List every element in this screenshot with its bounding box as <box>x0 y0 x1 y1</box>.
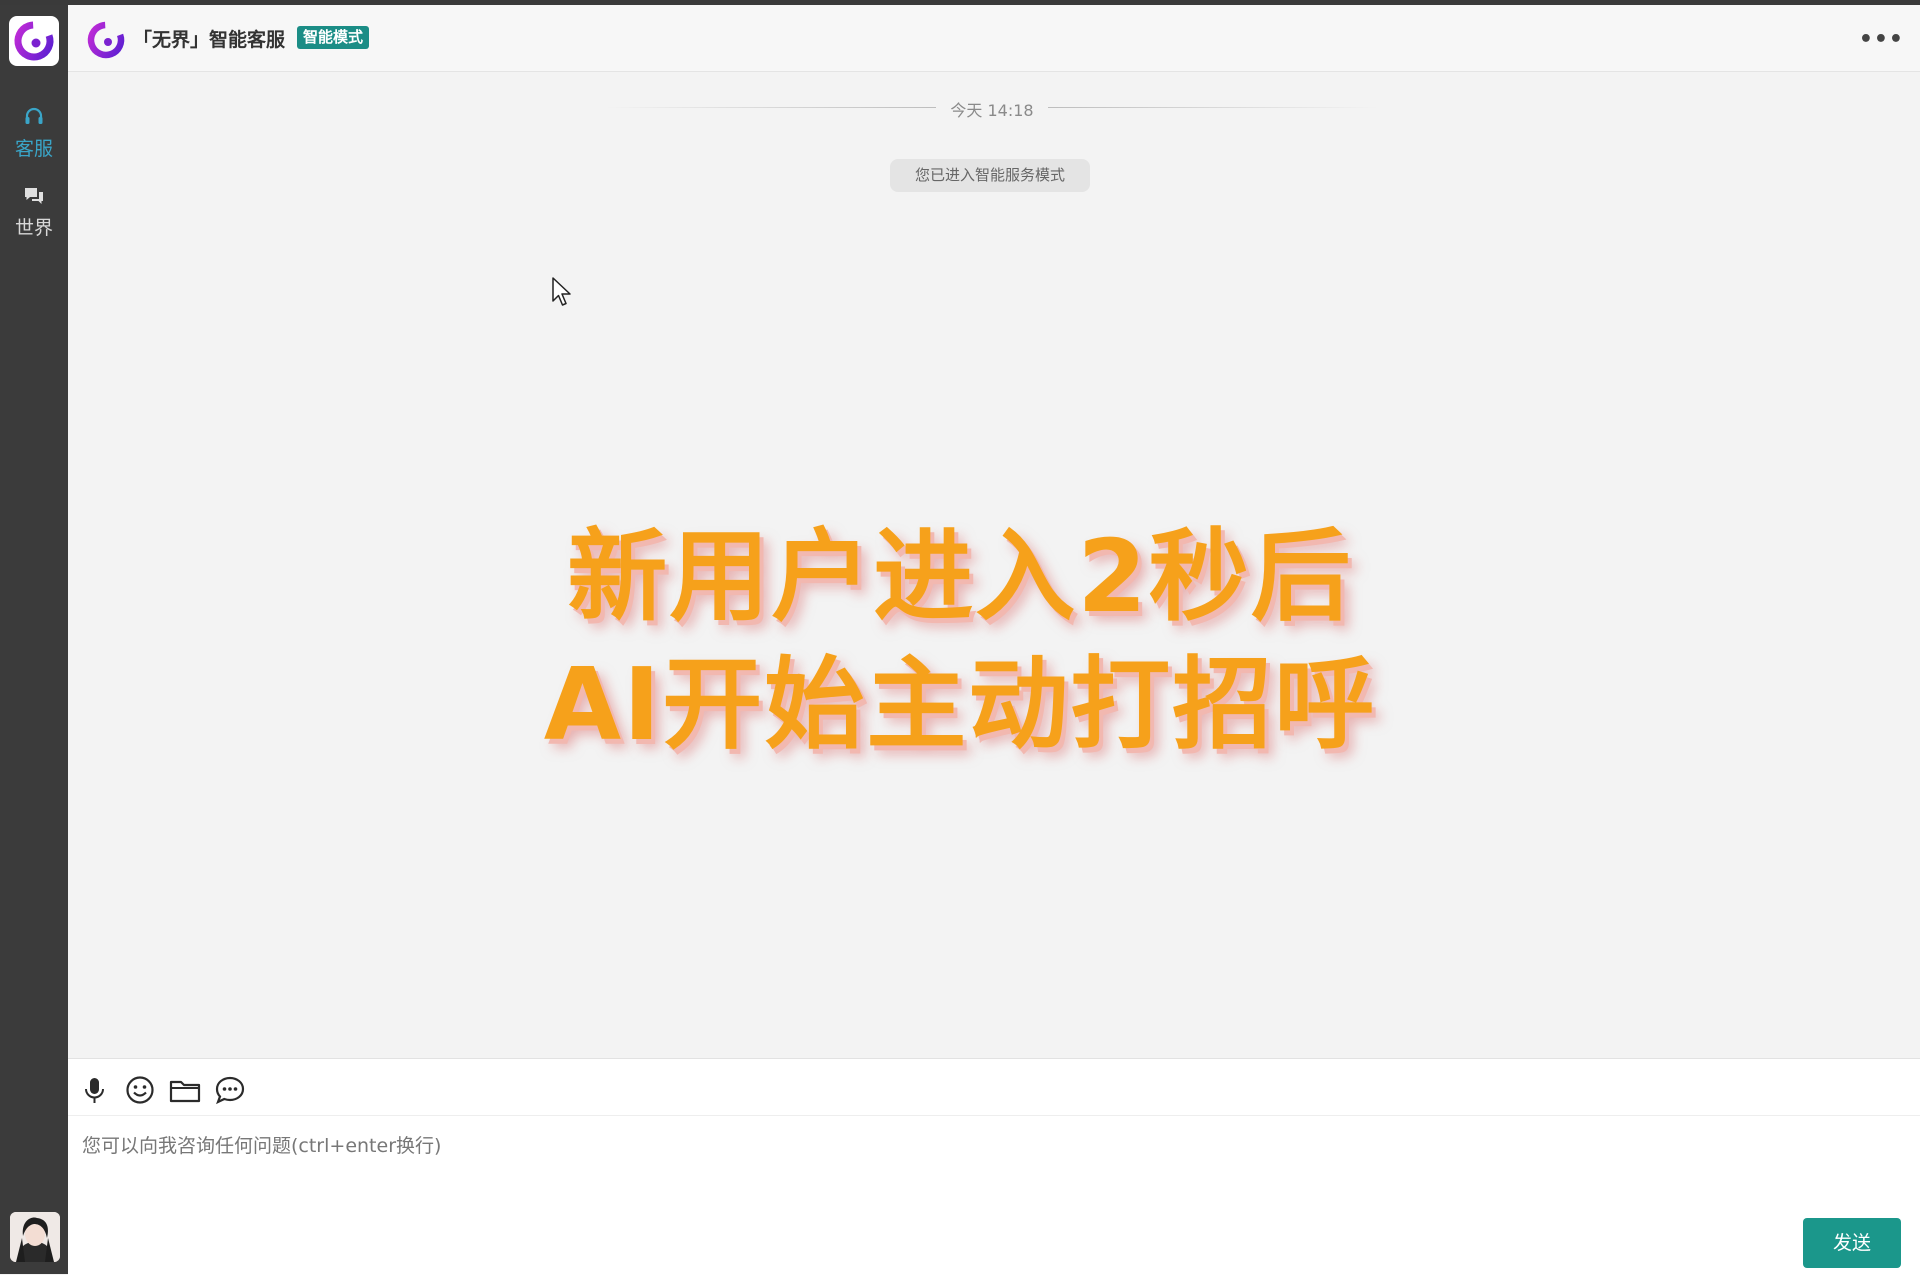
sidebar-item-label: 客服 <box>14 138 53 160</box>
left-sidebar: 客服 世界 <box>0 5 68 1274</box>
microphone-icon <box>85 1078 104 1103</box>
sidebar-item-world[interactable]: 世界 <box>0 185 68 240</box>
sidebar-item-customer-service[interactable]: 客服 <box>0 106 68 161</box>
toolbar-divider <box>68 1115 1920 1116</box>
message-input[interactable] <box>80 1125 1884 1167</box>
caption-line-1: 新用户进入2秒后 <box>567 518 1353 635</box>
emoji-icon <box>126 1076 154 1104</box>
chat-header: 「无界」智能客服 智能模式 ••• <box>68 5 1920 72</box>
file-button[interactable] <box>168 1073 202 1107</box>
emoji-button[interactable] <box>123 1073 157 1107</box>
app-logo[interactable] <box>9 16 59 66</box>
voice-button[interactable] <box>78 1073 112 1107</box>
caption-line-2: AI开始主动打招呼 <box>543 646 1377 763</box>
brand-logo-icon <box>87 21 125 59</box>
header-logo <box>84 18 128 66</box>
mode-badge: 智能模式 <box>297 26 370 49</box>
system-message: 您已进入智能服务模式 <box>890 159 1090 192</box>
video-caption-overlay: 新用户进入2秒后 AI开始主动打招呼 <box>540 513 1380 769</box>
quick-reply-button[interactable] <box>213 1073 247 1107</box>
avatar-portrait-icon <box>10 1212 60 1262</box>
chat-dots-icon <box>215 1076 245 1105</box>
sidebar-item-label: 世界 <box>14 217 53 239</box>
folder-icon <box>169 1080 201 1103</box>
send-button[interactable]: 发送 <box>1803 1218 1901 1268</box>
headset-icon <box>25 107 43 124</box>
message-timestamp: 今天 14:18 <box>950 101 1034 120</box>
time-divider: 今天 14:18 <box>606 95 1378 120</box>
message-composer: 发送 <box>68 1058 1920 1275</box>
page-title: 「无界」智能客服 <box>133 29 286 51</box>
user-avatar[interactable] <box>10 1212 60 1262</box>
app-logo-icon <box>14 21 54 61</box>
divider-line-right <box>1048 107 1378 108</box>
mouse-cursor-icon <box>552 277 574 313</box>
chat-bubbles-icon <box>25 188 43 204</box>
more-options-button[interactable]: ••• <box>1859 27 1904 52</box>
